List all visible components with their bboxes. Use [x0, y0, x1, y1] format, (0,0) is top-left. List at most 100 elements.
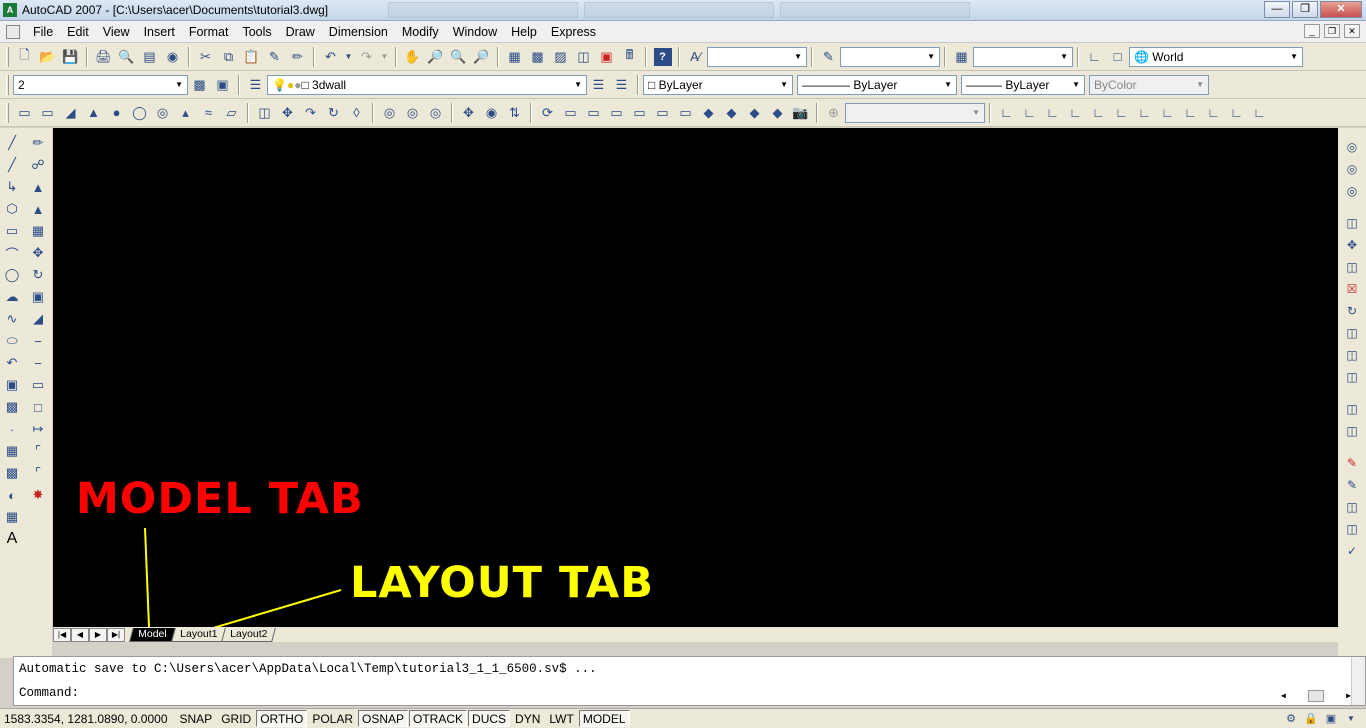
- markup-icon[interactable]: ▣: [598, 48, 616, 66]
- point-icon[interactable]: ·: [3, 420, 21, 438]
- coordinate-display[interactable]: 1583.3354, 1281.0890, 0.0000: [0, 712, 176, 726]
- polyline-icon[interactable]: ↳: [3, 178, 21, 196]
- menu-express[interactable]: Express: [544, 25, 603, 39]
- taper-faces-icon[interactable]: ◫: [1343, 324, 1361, 342]
- torus-icon[interactable]: ◎: [154, 104, 172, 122]
- qnew-icon[interactable]: 🗋: [16, 47, 34, 66]
- menu-help[interactable]: Help: [504, 25, 544, 39]
- rotate-icon[interactable]: ↻: [29, 266, 47, 284]
- table-style-icon[interactable]: ▦: [953, 48, 971, 66]
- zoom-window-icon[interactable]: 🔍: [450, 48, 468, 66]
- top-view-icon[interactable]: ▭: [562, 104, 580, 122]
- ucs-object-icon[interactable]: ∟: [1067, 104, 1085, 122]
- minimize-button[interactable]: —: [1264, 1, 1290, 18]
- move-icon[interactable]: ✥: [29, 244, 47, 262]
- separate-icon[interactable]: ◫: [1343, 498, 1361, 516]
- linetype-combo[interactable]: ———— ByLayer ▼: [797, 74, 957, 95]
- extrude-faces-icon[interactable]: ◫: [1343, 214, 1361, 232]
- sphere-icon[interactable]: ●: [108, 104, 126, 122]
- table-style-combo[interactable]: ▼: [973, 46, 1073, 67]
- box-icon[interactable]: ▭: [39, 104, 57, 122]
- make-current-icon[interactable]: ▣: [214, 76, 232, 94]
- menu-draw[interactable]: Draw: [279, 25, 322, 39]
- menu-view[interactable]: View: [96, 25, 137, 39]
- tool-palettes-icon[interactable]: ▨: [552, 48, 570, 66]
- chamfer-icon[interactable]: ⌜: [29, 442, 47, 460]
- redo-icon[interactable]: ↷: [358, 48, 376, 66]
- ucs-previous-icon[interactable]: ∟: [1021, 104, 1039, 122]
- plot-preview-icon[interactable]: 🔍: [118, 48, 136, 66]
- toolbar-grip[interactable]: [6, 74, 9, 95]
- trim-icon[interactable]: −: [29, 332, 47, 350]
- ellipse-icon[interactable]: ⬭: [3, 332, 21, 350]
- menu-format[interactable]: Format: [182, 25, 236, 39]
- ellipse-arc-icon[interactable]: ↶: [3, 354, 21, 372]
- layer-state-icon[interactable]: ☰: [590, 76, 608, 94]
- ucs-3point-icon[interactable]: ∟: [1159, 104, 1177, 122]
- nw-iso-icon[interactable]: ◆: [769, 104, 787, 122]
- break-at-point-icon[interactable]: ▭: [29, 376, 47, 394]
- 3d-rotate-icon[interactable]: ◉: [483, 104, 501, 122]
- save-icon[interactable]: 💾: [62, 48, 80, 66]
- named-views-combo[interactable]: ▼: [845, 102, 985, 123]
- prev-tab-button[interactable]: ◀: [71, 627, 89, 642]
- revolve-icon[interactable]: ↻: [325, 104, 343, 122]
- dim-style-icon[interactable]: ✎: [820, 48, 838, 66]
- helix-icon[interactable]: ≈: [200, 104, 218, 122]
- redo-dropdown-icon[interactable]: ▼: [381, 48, 389, 66]
- undo-dropdown-icon[interactable]: ▼: [345, 48, 353, 66]
- cone-icon[interactable]: ▲: [85, 104, 103, 122]
- calculator-icon[interactable]: 🖩: [621, 47, 639, 66]
- drawing-area[interactable]: MODEL TAB LAYOUT TAB: [53, 128, 1338, 627]
- toolbar-lock-icon[interactable]: 🔒: [1304, 712, 1318, 726]
- clean-screen-icon[interactable]: ▣: [1324, 712, 1338, 726]
- delete-faces-icon[interactable]: ☒: [1343, 280, 1361, 298]
- ucs-zaxis-icon[interactable]: ∟: [1136, 104, 1154, 122]
- polar-toggle[interactable]: POLAR: [308, 710, 357, 727]
- layer-previous-icon[interactable]: ▩: [191, 76, 209, 94]
- intersect-right-icon[interactable]: ◎: [1343, 182, 1361, 200]
- copy-faces-icon[interactable]: ◫: [1343, 346, 1361, 364]
- array-icon[interactable]: ▦: [29, 222, 47, 240]
- properties-icon[interactable]: ▦: [506, 48, 524, 66]
- design-center-icon[interactable]: ▩: [529, 48, 547, 66]
- clean-icon[interactable]: ✎: [1343, 476, 1361, 494]
- arc-icon[interactable]: ⌒: [3, 244, 21, 262]
- table-icon[interactable]: ▦: [3, 508, 21, 526]
- erase-icon[interactable]: ✏: [29, 134, 47, 152]
- 3d-move-icon[interactable]: ✥: [460, 104, 478, 122]
- gradient-icon[interactable]: ▩: [3, 464, 21, 482]
- color-faces-icon[interactable]: ◫: [1343, 368, 1361, 386]
- se-iso-icon[interactable]: ◆: [723, 104, 741, 122]
- dim-style-combo[interactable]: ▼: [840, 46, 940, 67]
- multiline-text-icon[interactable]: A: [3, 530, 21, 548]
- communication-center-icon[interactable]: ⚙: [1284, 712, 1298, 726]
- wedge-icon[interactable]: ◢: [62, 104, 80, 122]
- color-combo[interactable]: □ ByLayer ▼: [643, 74, 793, 95]
- 3d-dwf-icon[interactable]: ◉: [164, 48, 182, 66]
- sweep-icon[interactable]: ↷: [302, 104, 320, 122]
- offset-faces-icon[interactable]: ◫: [1343, 258, 1361, 276]
- hatch-icon[interactable]: ▦: [3, 442, 21, 460]
- text-style-icon[interactable]: A⁄: [687, 48, 705, 66]
- menu-edit[interactable]: Edit: [60, 25, 96, 39]
- make-block-icon[interactable]: ▩: [3, 398, 21, 416]
- copy-edges-icon[interactable]: ◫: [1343, 400, 1361, 418]
- zoom-realtime-icon[interactable]: 🔎: [427, 48, 445, 66]
- snap-toggle[interactable]: SNAP: [176, 710, 217, 727]
- ucs-apply-icon[interactable]: ∟: [1251, 104, 1269, 122]
- open-icon[interactable]: 📂: [39, 48, 57, 66]
- menu-file[interactable]: File: [26, 25, 60, 39]
- ortho-toggle[interactable]: ORTHO: [256, 710, 308, 727]
- status-menu-icon[interactable]: ▼: [1344, 712, 1358, 726]
- scroll-left-icon[interactable]: ◀: [1281, 691, 1286, 701]
- join-icon[interactable]: ↦: [29, 420, 47, 438]
- union-icon[interactable]: ◎: [381, 104, 399, 122]
- lineweight-combo[interactable]: ——— ByLayer ▼: [961, 74, 1085, 95]
- ucs-y-icon[interactable]: ∟: [1205, 104, 1223, 122]
- model-toggle[interactable]: MODEL: [578, 710, 630, 727]
- ucs-origin-icon[interactable]: ∟: [1113, 104, 1131, 122]
- planar-surface-icon[interactable]: ▱: [223, 104, 241, 122]
- stretch-icon[interactable]: ◢: [29, 310, 47, 328]
- restore-button[interactable]: ❐: [1292, 1, 1318, 18]
